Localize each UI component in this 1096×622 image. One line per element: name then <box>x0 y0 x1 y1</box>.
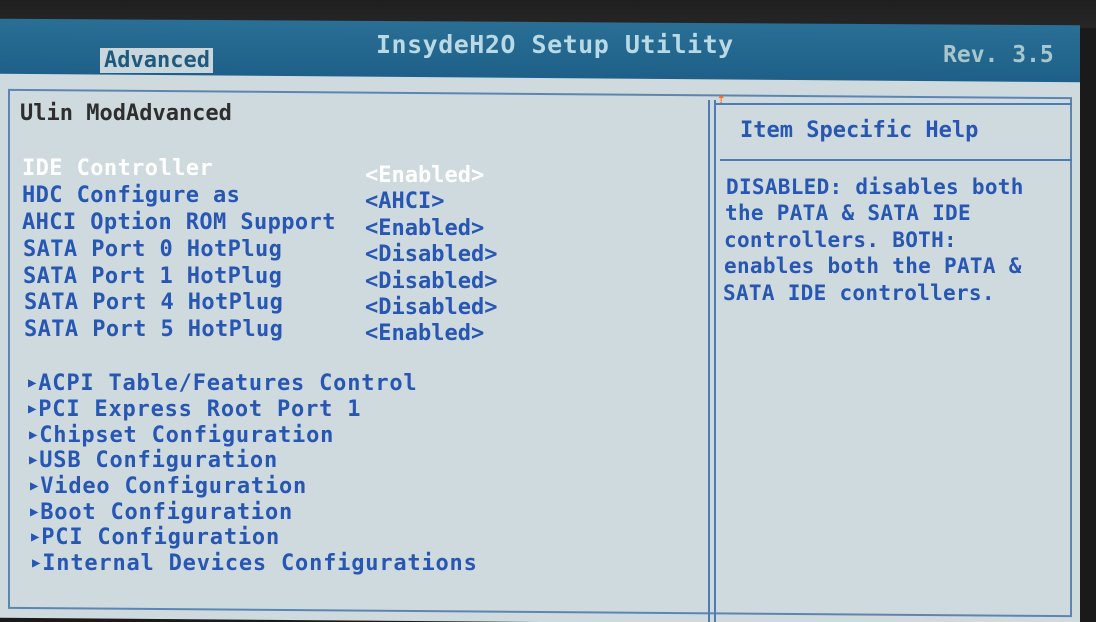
value-ahci-option-rom[interactable]: <Enabled> <box>365 216 484 241</box>
help-text-line: controllers. BOTH: <box>724 228 957 252</box>
value-hdc-configure-as[interactable]: <AHCI> <box>365 189 444 214</box>
setting-ide-controller[interactable]: IDE Controller <box>22 156 213 181</box>
triangle-right-icon: ▶ <box>28 375 38 391</box>
triangle-right-icon: ▶ <box>30 504 40 520</box>
value-sata-port-5-hotplug[interactable]: <Enabled> <box>365 321 484 346</box>
submenu-label: PCI Express Root Port 1 <box>38 397 362 422</box>
submenu-label: PCI Configuration <box>41 525 281 550</box>
help-text-line: enables both the PATA & <box>724 254 1022 278</box>
help-panel-title: Item Specific Help <box>740 118 979 143</box>
submenu-label: ACPI Table/Features Control <box>38 371 418 396</box>
setup-utility-title: InsydeH2O Setup Utility <box>376 30 734 59</box>
triangle-right-icon: ▶ <box>32 555 42 571</box>
submenu-video-configuration[interactable]: ▶Video Configuration <box>30 474 307 499</box>
submenu-acpi-table[interactable]: ▶ACPI Table/Features Control <box>28 371 417 396</box>
submenu-pci-configuration[interactable]: ▶PCI Configuration <box>31 525 280 550</box>
help-panel-top-border <box>716 103 1072 105</box>
scroll-up-arrow-icon: ⇡ <box>717 91 726 107</box>
triangle-right-icon: ▶ <box>30 478 40 494</box>
submenu-internal-devices[interactable]: ▶Internal Devices Configurations <box>32 551 478 576</box>
help-title-separator <box>720 159 1072 161</box>
column-divider <box>708 100 710 622</box>
revision-label: Rev. 3.5 <box>943 42 1054 68</box>
bios-screen: InsydeH2O Setup Utility Rev. 3.5 Advance… <box>0 0 1096 622</box>
value-sata-port-4-hotplug[interactable]: <Disabled> <box>365 295 497 320</box>
help-text-line: SATA IDE controllers. <box>723 281 995 305</box>
triangle-right-icon: ▶ <box>29 427 39 443</box>
value-sata-port-0-hotplug[interactable]: <Disabled> <box>365 242 497 267</box>
submenu-label: Video Configuration <box>40 474 308 499</box>
setting-hdc-configure-as[interactable]: HDC Configure as <box>22 183 240 208</box>
setting-sata-port-5-hotplug[interactable]: SATA Port 5 HotPlug <box>24 317 283 342</box>
submenu-usb-configuration[interactable]: ▶USB Configuration <box>29 448 278 473</box>
submenu-label: Internal Devices Configurations <box>42 551 478 576</box>
setting-ahci-option-rom[interactable]: AHCI Option ROM Support <box>22 210 336 235</box>
submenu-boot-configuration[interactable]: ▶Boot Configuration <box>30 500 293 525</box>
tab-advanced[interactable]: Advanced <box>100 48 213 73</box>
submenu-label: Chipset Configuration <box>39 423 335 448</box>
submenu-chipset-configuration[interactable]: ▶Chipset Configuration <box>29 423 334 448</box>
help-text-line: DISABLED: disables both <box>726 175 1024 199</box>
triangle-right-icon: ▶ <box>29 452 39 468</box>
submenu-label: USB Configuration <box>39 448 279 473</box>
submenu-pci-express-root-port[interactable]: ▶PCI Express Root Port 1 <box>28 397 361 422</box>
triangle-right-icon: ▶ <box>31 529 41 545</box>
screen-name: Ulin ModAdvanced <box>20 101 232 126</box>
submenu-label: Boot Configuration <box>40 500 294 525</box>
help-text-line: the PATA & SATA IDE <box>725 201 971 225</box>
value-ide-controller[interactable]: <Enabled> <box>365 163 484 188</box>
setting-sata-port-0-hotplug[interactable]: SATA Port 0 HotPlug <box>23 237 282 262</box>
triangle-right-icon: ▶ <box>28 401 38 417</box>
setting-sata-port-1-hotplug[interactable]: SATA Port 1 HotPlug <box>23 264 282 289</box>
setting-sata-port-4-hotplug[interactable]: SATA Port 4 HotPlug <box>24 290 283 315</box>
value-sata-port-1-hotplug[interactable]: <Disabled> <box>365 269 497 294</box>
